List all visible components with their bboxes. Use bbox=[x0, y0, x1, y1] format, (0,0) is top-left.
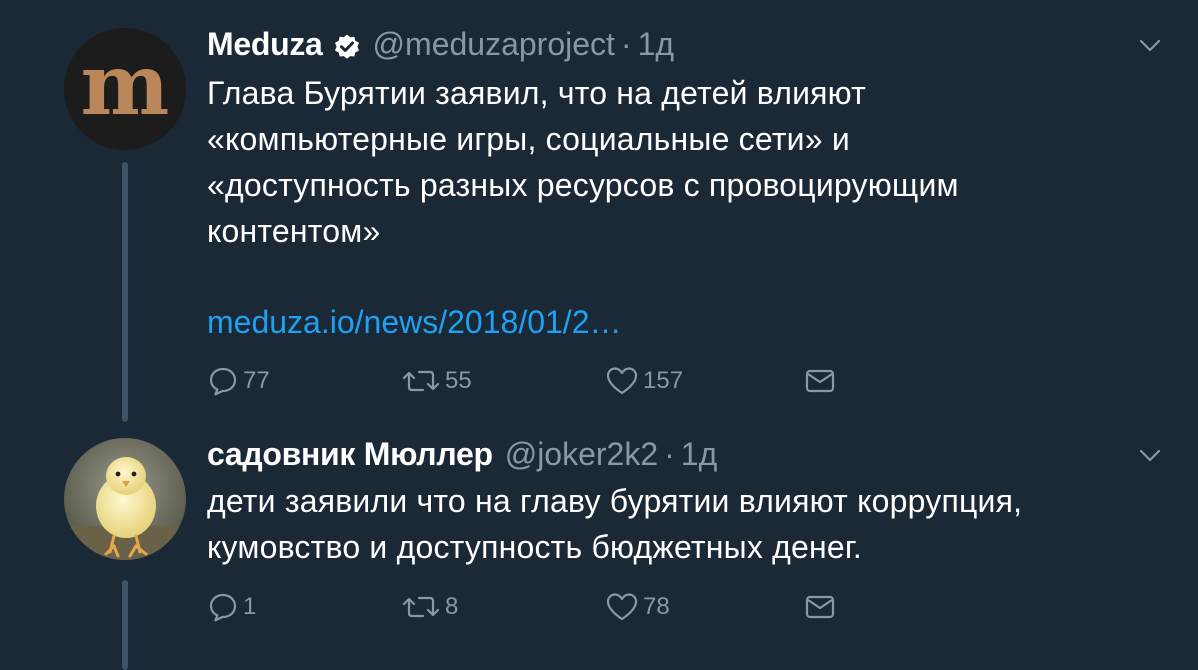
verified-badge-icon bbox=[333, 30, 361, 59]
reply-button[interactable]: 1 bbox=[207, 590, 256, 624]
tweet-reply[interactable]: садовник Мюллер @joker2k2 · 1д дети заяв… bbox=[0, 430, 1198, 670]
like-count: 157 bbox=[643, 367, 684, 394]
avatar-chick[interactable] bbox=[64, 438, 186, 560]
thread-line bbox=[122, 162, 128, 422]
tweet-text-line: контентом» bbox=[207, 213, 381, 249]
like-button[interactable]: 78 bbox=[605, 590, 670, 624]
direct-message-button[interactable] bbox=[804, 364, 836, 398]
tweet-text: дети заявили что на главу бурятии влияют… bbox=[207, 478, 1022, 570]
tweet-link[interactable]: meduza.io/news/2018/01/2… bbox=[207, 299, 621, 345]
retweet-count: 55 bbox=[445, 367, 472, 394]
heart-icon bbox=[605, 365, 639, 397]
thread-line bbox=[122, 580, 128, 670]
author-handle[interactable]: @joker2k2 bbox=[505, 434, 658, 474]
tweet-text-line: «доступность разных ресурсов с провоциру… bbox=[207, 167, 959, 203]
reply-count: 77 bbox=[243, 367, 270, 394]
reply-count: 1 bbox=[243, 593, 257, 620]
tweet-content: Meduza @meduzaproject · 1д Глава Бурятии… bbox=[207, 24, 1108, 424]
tweet-meduza[interactable]: m Meduza @meduzaproject · 1д Глава Бурят… bbox=[0, 0, 1198, 430]
meduza-logo-icon: m bbox=[64, 28, 186, 150]
heart-icon bbox=[605, 591, 639, 623]
author-handle[interactable]: @meduzaproject bbox=[373, 24, 615, 64]
retweet-button[interactable]: 55 bbox=[401, 364, 472, 398]
tweet-time[interactable]: 1д bbox=[681, 434, 717, 474]
chevron-down-icon[interactable] bbox=[1138, 38, 1162, 54]
tweet-text: Глава Бурятии заявил, что на детей влияю… bbox=[207, 70, 959, 254]
tweet-time[interactable]: 1д bbox=[638, 24, 674, 64]
reply-icon bbox=[207, 591, 239, 623]
tweet-text-line: дети заявили что на главу бурятии влияют… bbox=[207, 483, 1023, 519]
tweet-header: Meduza @meduzaproject · 1д bbox=[207, 24, 674, 64]
separator-dot: · bbox=[664, 436, 675, 472]
author-name[interactable]: Meduza bbox=[207, 24, 323, 64]
direct-message-button[interactable] bbox=[804, 590, 836, 624]
envelope-icon bbox=[804, 591, 836, 623]
retweet-count: 8 bbox=[445, 593, 459, 620]
retweet-button[interactable]: 8 bbox=[401, 590, 458, 624]
reply-button[interactable]: 77 bbox=[207, 364, 270, 398]
retweet-icon bbox=[401, 591, 441, 623]
tweet-text-line: «компьютерные игры, социальные сети» и bbox=[207, 121, 850, 157]
tweet-actions: 1 8 78 bbox=[207, 590, 907, 624]
avatar-letter: m bbox=[81, 35, 170, 134]
separator-dot: · bbox=[620, 26, 632, 62]
reply-icon bbox=[207, 365, 239, 397]
tweet-content: садовник Мюллер @joker2k2 · 1д дети заяв… bbox=[207, 434, 1108, 654]
chevron-down-icon[interactable] bbox=[1138, 448, 1162, 464]
tweet-text-line: кумовство и доступность бюджетных денег. bbox=[207, 529, 862, 565]
tweet-header: садовник Мюллер @joker2k2 · 1д bbox=[207, 434, 717, 474]
avatar-meduza[interactable]: m bbox=[64, 28, 186, 150]
author-name[interactable]: садовник Мюллер bbox=[207, 434, 493, 474]
chick-avatar-icon bbox=[64, 438, 186, 560]
tweet-text-line: Глава Бурятии заявил, что на детей влияю… bbox=[207, 75, 867, 111]
like-button[interactable]: 157 bbox=[605, 364, 683, 398]
envelope-icon bbox=[804, 365, 836, 397]
retweet-icon bbox=[401, 365, 441, 397]
tweet-actions: 77 55 157 bbox=[207, 364, 907, 398]
like-count: 78 bbox=[643, 593, 670, 620]
